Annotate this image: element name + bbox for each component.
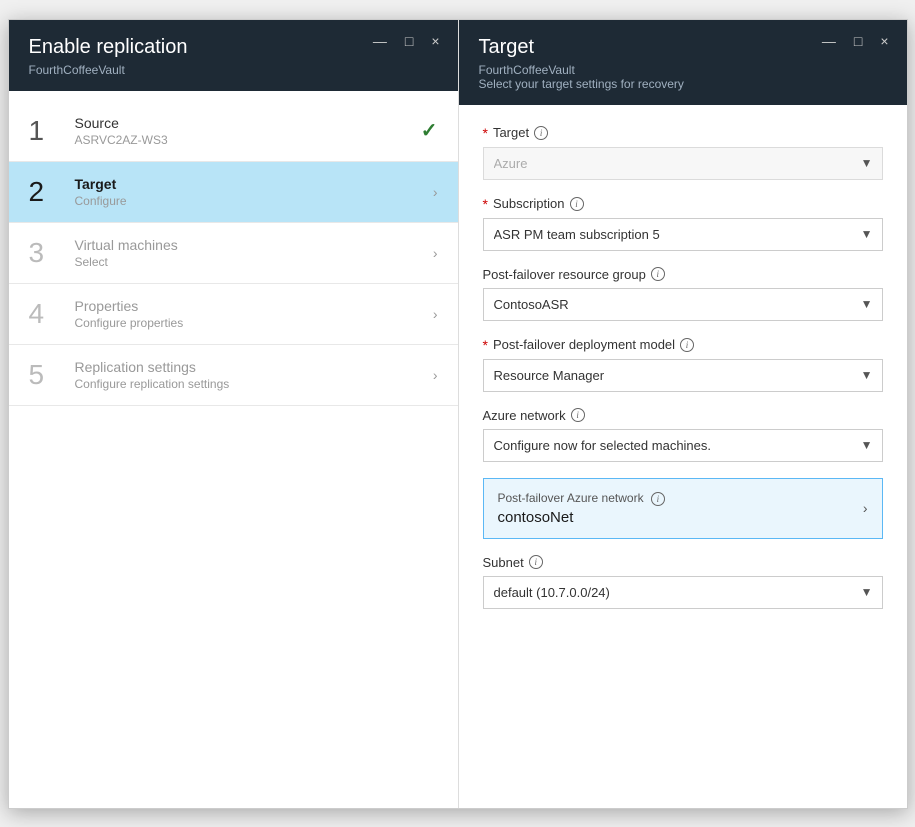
- post-failover-network-item[interactable]: Post-failover Azure network i contosoNet…: [483, 478, 883, 539]
- left-minimize-button[interactable]: —: [369, 32, 391, 50]
- step-2-name: Target: [75, 176, 433, 192]
- subnet-field-group: Subnet i default (10.7.0.0/24) ▼: [483, 555, 883, 609]
- step-5-info: Replication settings Configure replicati…: [75, 359, 433, 391]
- step-4-info: Properties Configure properties: [75, 298, 433, 330]
- azure-network-label-text: Azure network: [483, 408, 566, 423]
- step-4-desc: Configure properties: [75, 316, 433, 330]
- post-failover-network-info-icon[interactable]: i: [651, 492, 665, 506]
- subnet-select-wrapper: default (10.7.0.0/24) ▼: [483, 576, 883, 609]
- left-panel: Enable replication FourthCoffeeVault — □…: [9, 20, 459, 808]
- left-panel-content: 1 Source ASRVC2AZ-WS3 ✓ 2 Target Configu…: [9, 91, 458, 808]
- step-4-chevron: ›: [433, 306, 438, 322]
- right-header-controls: — □ ×: [818, 32, 893, 50]
- step-2-info: Target Configure: [75, 176, 433, 208]
- step-2-target[interactable]: 2 Target Configure ›: [9, 162, 458, 223]
- right-close-button[interactable]: ×: [876, 32, 892, 50]
- step-4-name: Properties: [75, 298, 433, 314]
- target-field-group: * Target i Azure ▼: [483, 125, 883, 180]
- deployment-required-star: *: [483, 337, 488, 353]
- azure-network-info-icon[interactable]: i: [571, 408, 585, 422]
- subnet-label: Subnet i: [483, 555, 883, 570]
- right-minimize-button[interactable]: —: [818, 32, 840, 50]
- target-select[interactable]: Azure: [483, 147, 883, 180]
- post-failover-network-group: Post-failover Azure network i contosoNet…: [483, 478, 883, 539]
- main-container: Enable replication FourthCoffeeVault — □…: [8, 19, 908, 809]
- subnet-info-icon[interactable]: i: [529, 555, 543, 569]
- resource-group-label-text: Post-failover resource group: [483, 267, 646, 282]
- step-1-info: Source ASRVC2AZ-WS3: [75, 115, 421, 147]
- deployment-model-select[interactable]: Resource Manager: [483, 359, 883, 392]
- step-3-info: Virtual machines Select: [75, 237, 433, 269]
- subnet-select[interactable]: default (10.7.0.0/24): [483, 576, 883, 609]
- step-3-vms[interactable]: 3 Virtual machines Select ›: [9, 223, 458, 284]
- deployment-model-label-text: Post-failover deployment model: [493, 337, 675, 352]
- subscription-required-star: *: [483, 196, 488, 212]
- deployment-model-field-group: * Post-failover deployment model i Resou…: [483, 337, 883, 392]
- deployment-model-info-icon[interactable]: i: [680, 338, 694, 352]
- subscription-label: * Subscription i: [483, 196, 883, 212]
- azure-network-field-group: Azure network i Configure now for select…: [483, 408, 883, 462]
- resource-group-field-group: Post-failover resource group i ContosoAS…: [483, 267, 883, 321]
- step-1-number: 1: [29, 117, 65, 145]
- right-panel: Target FourthCoffeeVault Select your tar…: [459, 20, 907, 808]
- step-1-name: Source: [75, 115, 421, 131]
- step-2-desc: Configure: [75, 194, 433, 208]
- subscription-info-icon[interactable]: i: [570, 197, 584, 211]
- target-label: * Target i: [483, 125, 883, 141]
- right-panel-vault: FourthCoffeeVault: [479, 63, 887, 77]
- right-panel-content: * Target i Azure ▼ * Subscription i: [459, 105, 907, 808]
- deployment-model-select-wrapper: Resource Manager ▼: [483, 359, 883, 392]
- step-5-chevron: ›: [433, 367, 438, 383]
- right-maximize-button[interactable]: □: [850, 32, 866, 50]
- step-5-number: 5: [29, 361, 65, 389]
- step-3-chevron: ›: [433, 245, 438, 261]
- right-panel-header: Target FourthCoffeeVault Select your tar…: [459, 20, 907, 105]
- subscription-field-group: * Subscription i ASR PM team subscriptio…: [483, 196, 883, 251]
- left-maximize-button[interactable]: □: [401, 32, 417, 50]
- target-required-star: *: [483, 125, 488, 141]
- step-3-desc: Select: [75, 255, 433, 269]
- right-panel-subtitle: Select your target settings for recovery: [479, 77, 887, 91]
- subscription-select[interactable]: ASR PM team subscription 5: [483, 218, 883, 251]
- subnet-label-text: Subnet: [483, 555, 524, 570]
- step-1-check: ✓: [421, 118, 438, 143]
- azure-network-label: Azure network i: [483, 408, 883, 423]
- resource-group-select-wrapper: ContosoASR ▼: [483, 288, 883, 321]
- subscription-label-text: Subscription: [493, 196, 565, 211]
- resource-group-info-icon[interactable]: i: [651, 267, 665, 281]
- post-failover-network-label: Post-failover Azure network i: [498, 491, 665, 506]
- left-panel-header: Enable replication FourthCoffeeVault — □…: [9, 20, 458, 91]
- target-select-wrapper: Azure ▼: [483, 147, 883, 180]
- post-failover-network-value: contosoNet: [498, 509, 665, 526]
- left-header-controls: — □ ×: [369, 32, 444, 50]
- step-1-source[interactable]: 1 Source ASRVC2AZ-WS3 ✓: [9, 101, 458, 162]
- azure-network-select[interactable]: Configure now for selected machines.: [483, 429, 883, 462]
- step-3-name: Virtual machines: [75, 237, 433, 253]
- step-5-desc: Configure replication settings: [75, 377, 433, 391]
- step-5-replication[interactable]: 5 Replication settings Configure replica…: [9, 345, 458, 406]
- subscription-select-wrapper: ASR PM team subscription 5 ▼: [483, 218, 883, 251]
- resource-group-label: Post-failover resource group i: [483, 267, 883, 282]
- left-close-button[interactable]: ×: [427, 32, 443, 50]
- target-info-icon[interactable]: i: [534, 126, 548, 140]
- post-failover-network-chevron-icon: ›: [863, 500, 868, 516]
- step-3-number: 3: [29, 239, 65, 267]
- step-4-number: 4: [29, 300, 65, 328]
- step-2-chevron: ›: [433, 184, 438, 200]
- left-panel-subtitle: FourthCoffeeVault: [29, 63, 438, 77]
- target-label-text: Target: [493, 125, 529, 140]
- step-2-number: 2: [29, 178, 65, 206]
- azure-network-select-wrapper: Configure now for selected machines. ▼: [483, 429, 883, 462]
- deployment-model-label: * Post-failover deployment model i: [483, 337, 883, 353]
- resource-group-select[interactable]: ContosoASR: [483, 288, 883, 321]
- post-failover-network-info: Post-failover Azure network i contosoNet: [498, 491, 665, 526]
- step-1-desc: ASRVC2AZ-WS3: [75, 133, 421, 147]
- step-4-properties[interactable]: 4 Properties Configure properties ›: [9, 284, 458, 345]
- step-5-name: Replication settings: [75, 359, 433, 375]
